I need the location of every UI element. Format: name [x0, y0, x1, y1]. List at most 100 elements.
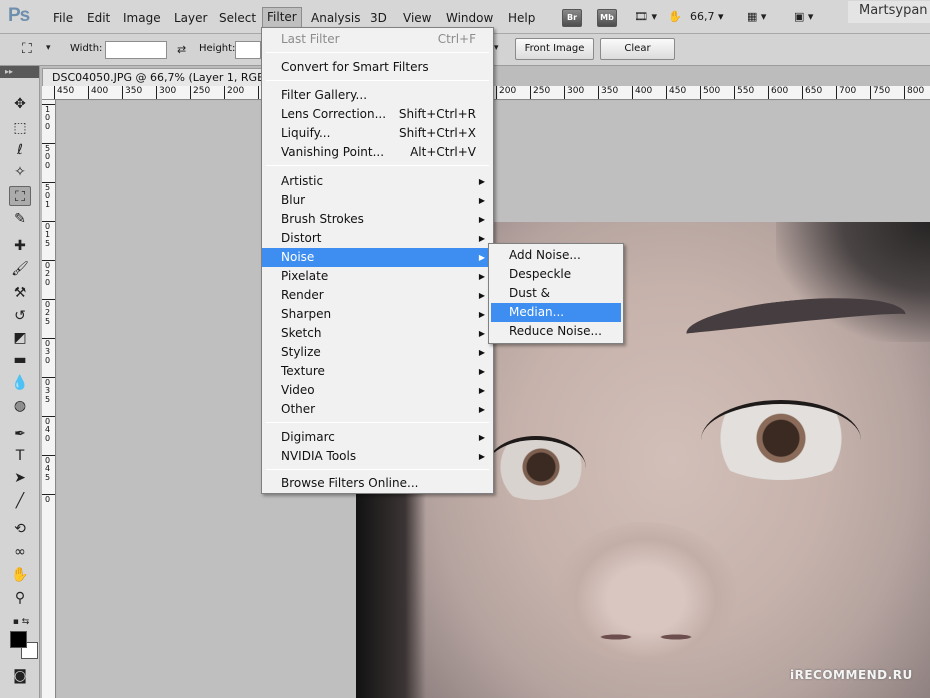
- pen-tool-icon[interactable]: ✒: [9, 424, 31, 444]
- submenu-nvidia-tools[interactable]: NVIDIA Tools ▶: [262, 447, 493, 466]
- vanishing-point-item[interactable]: Vanishing Point... Alt+Ctrl+V: [262, 143, 493, 162]
- clone-stamp-tool-icon[interactable]: ⚒: [9, 283, 31, 303]
- blur-tool-icon[interactable]: 💧: [9, 373, 31, 393]
- item-label: Other: [281, 402, 316, 416]
- ruler-tick-label: 400: [88, 86, 108, 99]
- quick-selection-tool-icon[interactable]: ✧: [9, 162, 31, 182]
- liquify-item[interactable]: Liquify... Shift+Ctrl+X: [262, 124, 493, 143]
- add-noise-item[interactable]: Add Noise...: [491, 246, 621, 265]
- median-item[interactable]: Median...: [491, 303, 621, 322]
- menu-layer[interactable]: Layer: [174, 9, 207, 27]
- submenu-noise[interactable]: Noise ▶: [262, 248, 493, 267]
- lasso-tool-icon[interactable]: ℓ: [9, 140, 31, 160]
- chevron-down-icon[interactable]: ▾: [46, 43, 51, 53]
- submenu-video[interactable]: Video ▶: [262, 381, 493, 400]
- crop-tool-preset-icon[interactable]: ⛶: [22, 41, 32, 57]
- submenu-blur[interactable]: Blur ▶: [262, 191, 493, 210]
- ruler-tick-label: 0: [42, 494, 55, 504]
- height-input[interactable]: [235, 41, 261, 59]
- width-input[interactable]: [105, 41, 167, 59]
- eyedropper-tool-icon[interactable]: ✎: [9, 209, 31, 229]
- ruler-tick-label: 500: [700, 86, 720, 99]
- healing-brush-tool-icon[interactable]: ✚: [9, 236, 31, 256]
- path-selection-tool-icon[interactable]: ➤: [9, 468, 31, 488]
- crop-tool-icon[interactable]: ⛶: [9, 186, 31, 206]
- ruler-tick-label: 350: [122, 86, 142, 99]
- swap-colors-icon[interactable]: ▪ ⇆: [6, 612, 36, 632]
- history-brush-tool-icon[interactable]: ↺: [9, 306, 31, 326]
- swap-arrows-icon[interactable]: ⇄: [177, 43, 186, 56]
- brush-tool-icon[interactable]: 🖌: [9, 259, 31, 279]
- despeckle-item[interactable]: Despeckle: [491, 265, 621, 284]
- lens-correction-item[interactable]: Lens Correction... Shift+Ctrl+R: [262, 105, 493, 124]
- film-strip-icon[interactable]: 🎞 ▾: [634, 10, 657, 23]
- submenu-artistic[interactable]: Artistic ▶: [262, 172, 493, 191]
- line-tool-icon[interactable]: ╱: [9, 491, 31, 511]
- item-label: Brush Strokes: [281, 212, 364, 226]
- reduce-noise-item[interactable]: Reduce Noise...: [491, 322, 621, 341]
- type-tool-icon[interactable]: T: [9, 446, 31, 466]
- 3d-orbit-tool-icon[interactable]: ∞: [9, 542, 31, 562]
- menu-separator: [266, 165, 489, 166]
- resolution-units-dropdown[interactable]: ▾: [494, 43, 499, 53]
- submenu-brush-strokes[interactable]: Brush Strokes ▶: [262, 210, 493, 229]
- dust-scratches-item[interactable]: Dust & Scratches...: [491, 284, 621, 319]
- menu-view[interactable]: View: [403, 9, 431, 27]
- move-tool-icon[interactable]: ✥: [9, 94, 31, 114]
- zoom-tool-icon[interactable]: ⚲: [9, 588, 31, 608]
- zoom-level[interactable]: 66,7 ▾: [690, 10, 724, 23]
- gradient-tool-icon[interactable]: ▬: [9, 350, 31, 370]
- submenu-texture[interactable]: Texture ▶: [262, 362, 493, 381]
- submenu-arrow-icon: ▶: [478, 310, 485, 319]
- submenu-arrow-icon: ▶: [478, 433, 485, 442]
- hand-tool-icon[interactable]: ✋: [668, 10, 682, 23]
- front-image-button[interactable]: Front Image: [515, 38, 594, 60]
- hand-tool-icon[interactable]: ✋: [9, 565, 31, 585]
- submenu-stylize[interactable]: Stylize ▶: [262, 343, 493, 362]
- submenu-sharpen[interactable]: Sharpen ▶: [262, 305, 493, 324]
- submenu-render[interactable]: Render ▶: [262, 286, 493, 305]
- dodge-tool-icon[interactable]: ◍: [9, 396, 31, 416]
- mini-bridge-button[interactable]: Mb: [597, 9, 617, 27]
- filter-gallery-item[interactable]: Filter Gallery...: [262, 86, 493, 105]
- screen-mode-icon[interactable]: ▣ ▾: [794, 10, 813, 23]
- submenu-distort[interactable]: Distort ▶: [262, 229, 493, 248]
- foreground-color-swatch[interactable]: [10, 631, 27, 648]
- ruler-tick-label: 400: [632, 86, 652, 99]
- menu-file[interactable]: File: [53, 9, 73, 27]
- tools-collapse-icon[interactable]: ▸▸: [0, 66, 39, 78]
- item-label: Video: [281, 383, 315, 397]
- convert-smart-filters-item[interactable]: Convert for Smart Filters: [262, 58, 493, 77]
- menu-edit[interactable]: Edit: [87, 9, 110, 27]
- submenu-digimarc[interactable]: Digimarc ▶: [262, 428, 493, 447]
- submenu-pixelate[interactable]: Pixelate ▶: [262, 267, 493, 286]
- watermark: iRECOMMEND.RU: [790, 668, 913, 682]
- arrange-documents-icon[interactable]: ▦ ▾: [747, 10, 766, 23]
- menu-image[interactable]: Image: [123, 9, 161, 27]
- menu-window[interactable]: Window: [446, 9, 493, 27]
- submenu-sketch[interactable]: Sketch ▶: [262, 324, 493, 343]
- 3d-rotate-tool-icon[interactable]: ⟲: [9, 519, 31, 539]
- menu-help[interactable]: Help: [508, 9, 535, 27]
- document-title: DSC04050.JPG @ 66,7% (Layer 1, RGB/8): [52, 71, 280, 84]
- item-label: NVIDIA Tools: [281, 449, 357, 463]
- item-label: Digimarc: [281, 430, 335, 444]
- quick-mask-icon[interactable]: ◙: [9, 666, 31, 686]
- item-label: Pixelate: [281, 269, 329, 283]
- menu-separator: [266, 469, 489, 470]
- submenu-other[interactable]: Other ▶: [262, 400, 493, 419]
- browse-filters-online-item[interactable]: Browse Filters Online...: [262, 474, 493, 493]
- menu-analysis[interactable]: Analysis: [311, 9, 360, 27]
- ruler-tick-label: 250: [190, 86, 210, 99]
- eraser-tool-icon[interactable]: ◩: [9, 328, 31, 348]
- ruler-tick-label: 300: [564, 86, 584, 99]
- ruler-tick-label: 5: [45, 317, 51, 326]
- clear-button[interactable]: Clear: [600, 38, 675, 60]
- item-label: Vanishing Point...: [281, 145, 385, 159]
- menu-filter[interactable]: Filter: [262, 7, 302, 28]
- item-label: Artistic: [281, 174, 324, 188]
- bridge-button[interactable]: Br: [562, 9, 582, 27]
- menu-select[interactable]: Select: [219, 9, 256, 27]
- menu-3d[interactable]: 3D: [370, 9, 387, 27]
- marquee-tool-icon[interactable]: ⬚: [9, 118, 31, 138]
